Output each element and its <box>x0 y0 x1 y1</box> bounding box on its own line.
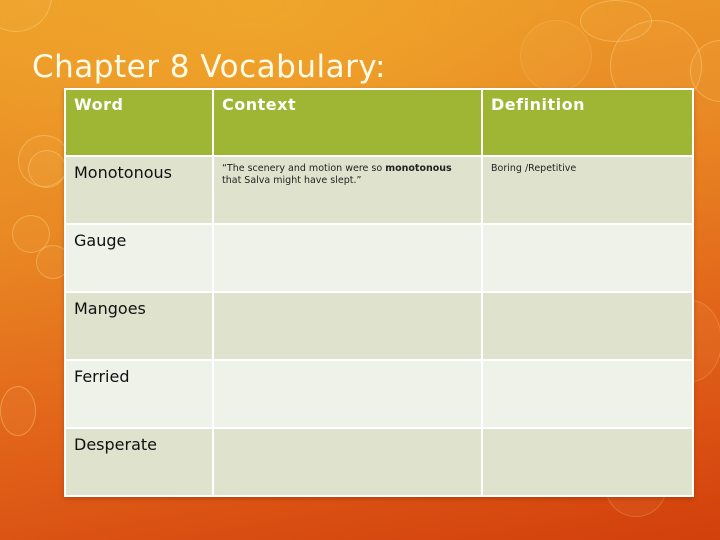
word-cell: Gauge <box>64 223 214 293</box>
context-cell: “The scenery and motion were so monotono… <box>212 155 483 225</box>
word-cell: Mangoes <box>64 291 214 361</box>
decorative-bubble <box>580 0 652 42</box>
context-cell <box>212 291 483 361</box>
definition-cell: Boring /Repetitive <box>481 155 694 225</box>
word-cell: Ferried <box>64 359 214 429</box>
context-text: “The scenery and motion were so <box>222 163 386 174</box>
context-text: that Salva might have slept.” <box>222 175 362 186</box>
table-row: Monotonous “The scenery and motion were … <box>64 155 694 225</box>
decorative-bubble <box>0 0 52 32</box>
vocabulary-table: Word Context Definition Monotonous “The … <box>64 88 694 497</box>
header-word: Word <box>64 88 214 157</box>
header-context: Context <box>212 88 483 157</box>
word-cell: Desperate <box>64 427 214 497</box>
context-cell <box>212 359 483 429</box>
decorative-bubble <box>0 386 36 436</box>
context-cell <box>212 223 483 293</box>
table-row: Gauge <box>64 223 694 293</box>
table-row: Ferried <box>64 359 694 429</box>
definition-cell <box>481 223 694 293</box>
word-cell: Monotonous <box>64 155 214 225</box>
decorative-bubble <box>520 20 592 92</box>
table-header-row: Word Context Definition <box>64 88 694 157</box>
context-cell <box>212 427 483 497</box>
table-row: Desperate <box>64 427 694 497</box>
definition-cell <box>481 291 694 361</box>
header-definition: Definition <box>481 88 694 157</box>
definition-cell <box>481 427 694 497</box>
context-bold-word: monotonous <box>385 163 452 174</box>
decorative-bubble <box>28 150 66 188</box>
definition-cell <box>481 359 694 429</box>
slide-title: Chapter 8 Vocabulary: <box>32 48 386 85</box>
table-row: Mangoes <box>64 291 694 361</box>
